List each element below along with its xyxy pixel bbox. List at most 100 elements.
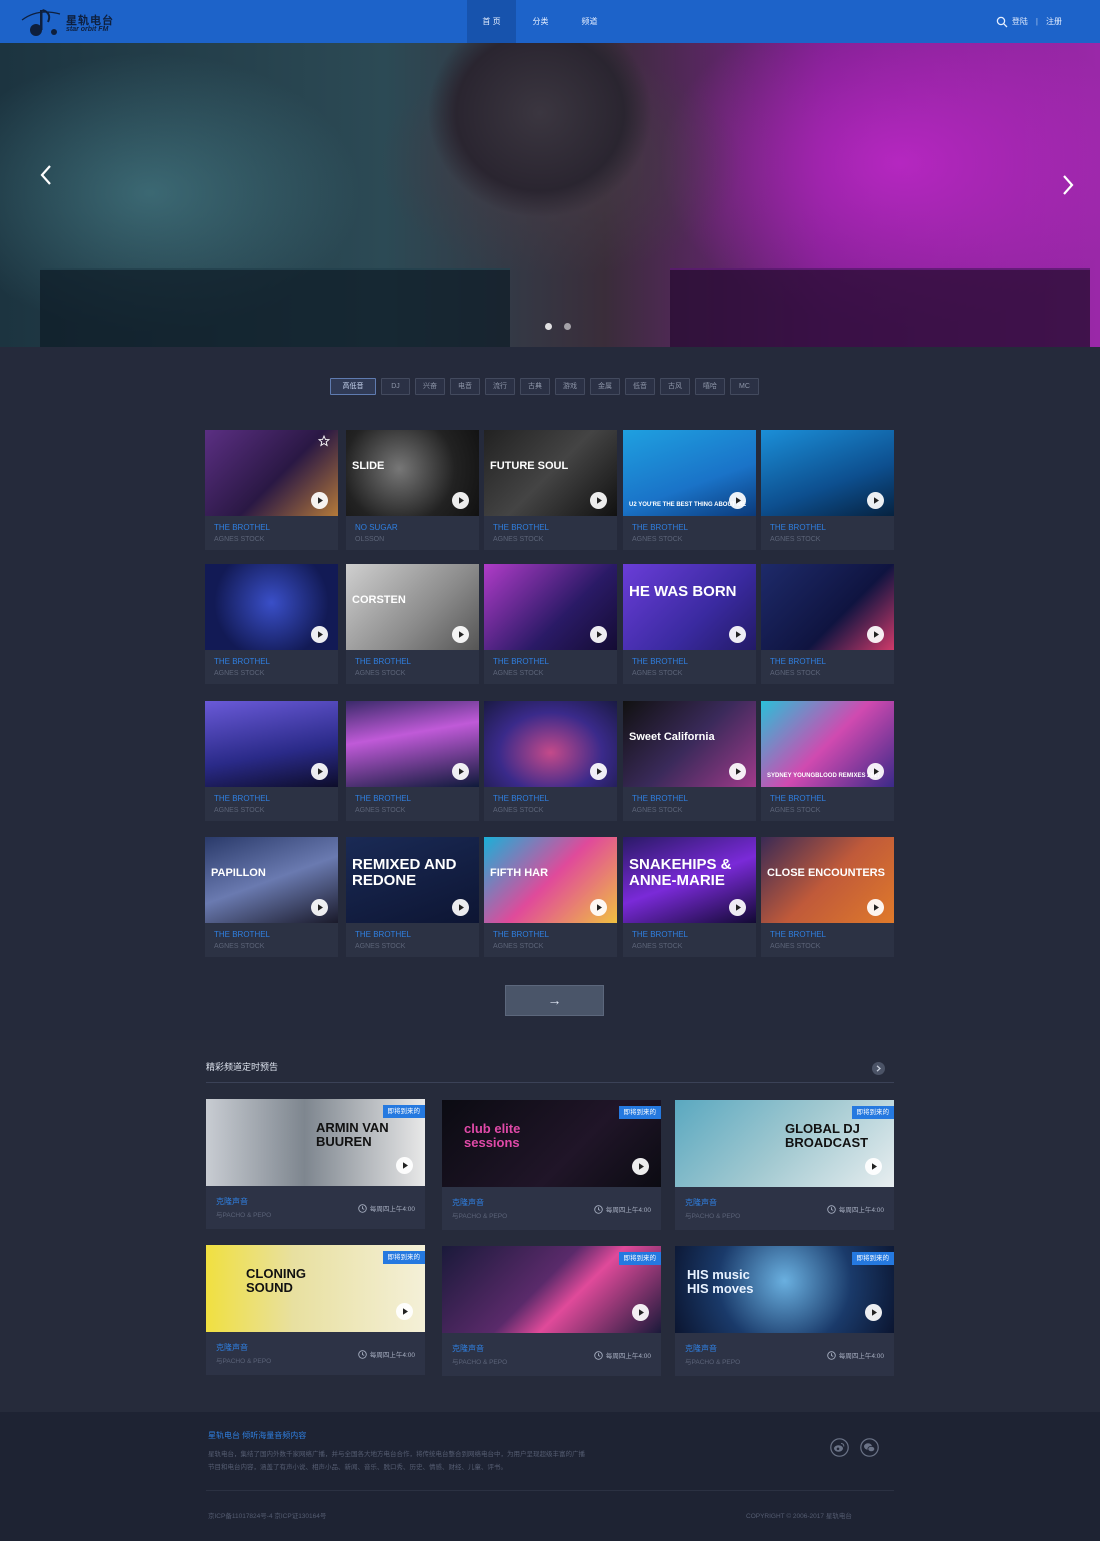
register-link[interactable]: 注册 bbox=[1046, 16, 1062, 27]
album-title[interactable]: THE BROTHEL bbox=[355, 930, 411, 939]
schedule-card[interactable]: HIS music HIS moves 即将到来的 克隆声音 与PACHO & PEP… bbox=[675, 1246, 894, 1376]
album-title[interactable]: THE BROTHEL bbox=[493, 930, 549, 939]
play-icon[interactable] bbox=[590, 763, 607, 780]
album-title[interactable]: THE BROTHEL bbox=[632, 523, 688, 532]
play-icon[interactable] bbox=[452, 763, 469, 780]
album-title[interactable]: THE BROTHEL bbox=[632, 794, 688, 803]
album-card[interactable]: CORSTEN THE BROTHEL AGNES STOCK bbox=[346, 564, 479, 684]
album-title[interactable]: THE BROTHEL bbox=[355, 657, 411, 666]
album-card[interactable]: THE BROTHEL AGNES STOCK bbox=[205, 430, 338, 550]
album-card[interactable]: THE BROTHEL AGNES STOCK bbox=[484, 701, 617, 821]
filter-tag[interactable]: 古典 bbox=[520, 378, 550, 395]
chevron-right-circle-icon[interactable] bbox=[872, 1062, 885, 1075]
album-card[interactable]: FIFTH HAR THE BROTHEL AGNES STOCK bbox=[484, 837, 617, 957]
play-icon[interactable] bbox=[396, 1157, 413, 1174]
play-icon[interactable] bbox=[729, 899, 746, 916]
play-icon[interactable] bbox=[590, 492, 607, 509]
schedule-card[interactable]: CLONING SOUND 即将到来的 克隆声音 与PACHO & PEPO 每周四上午… bbox=[206, 1245, 425, 1375]
play-icon[interactable] bbox=[311, 763, 328, 780]
schedule-card[interactable]: GLOBAL DJ BROADCAST 即将到来的 克隆声音 与PACHO & PEP… bbox=[675, 1100, 894, 1230]
schedule-card[interactable]: ARMIN VAN BUUREN 即将到来的 克隆声音 与PACHO & PEPO 每周… bbox=[206, 1099, 425, 1229]
schedule-card[interactable]: club elite sessions 即将到来的 克隆声音 与PACHO & PEP… bbox=[442, 1100, 661, 1230]
nav-category[interactable]: 分类 bbox=[516, 0, 565, 43]
album-title[interactable]: THE BROTHEL bbox=[632, 930, 688, 939]
search-icon[interactable] bbox=[996, 16, 1008, 28]
filter-tag[interactable]: DJ bbox=[381, 378, 410, 395]
album-card[interactable]: PAPILLON THE BROTHEL AGNES STOCK bbox=[205, 837, 338, 957]
channel-title[interactable]: 克隆声音 bbox=[452, 1343, 484, 1354]
filter-tag[interactable]: 电音 bbox=[450, 378, 480, 395]
album-title[interactable]: THE BROTHEL bbox=[214, 523, 270, 532]
album-card[interactable]: THE BROTHEL AGNES STOCK bbox=[346, 701, 479, 821]
login-link[interactable]: 登陆 bbox=[1012, 16, 1028, 27]
play-icon[interactable] bbox=[452, 626, 469, 643]
album-title[interactable]: THE BROTHEL bbox=[493, 794, 549, 803]
filter-tag[interactable]: 流行 bbox=[485, 378, 515, 395]
album-card[interactable]: SNAKEHIPS & ANNE-MARIE THE BROTHEL AGNES S… bbox=[623, 837, 756, 957]
play-icon[interactable] bbox=[867, 763, 884, 780]
play-icon[interactable] bbox=[632, 1158, 649, 1175]
star-icon[interactable] bbox=[317, 434, 331, 447]
album-title[interactable]: THE BROTHEL bbox=[493, 657, 549, 666]
filter-tag[interactable]: 嘻哈 bbox=[695, 378, 725, 395]
play-icon[interactable] bbox=[632, 1304, 649, 1321]
next-page-button[interactable]: → bbox=[505, 985, 604, 1016]
album-card[interactable]: THE BROTHEL AGNES STOCK bbox=[484, 564, 617, 684]
channel-title[interactable]: 克隆声音 bbox=[452, 1197, 484, 1208]
schedule-card[interactable]: 即将到来的 克隆声音 与PACHO & PEPO 每周四上午4:00 bbox=[442, 1246, 661, 1376]
channel-title[interactable]: 克隆声音 bbox=[216, 1196, 248, 1207]
filter-tag[interactable]: 兴奋 bbox=[415, 378, 445, 395]
play-icon[interactable] bbox=[729, 492, 746, 509]
nav-home[interactable]: 首 页 bbox=[467, 0, 516, 43]
filter-tag[interactable]: 游戏 bbox=[555, 378, 585, 395]
album-card[interactable]: CLOSE ENCOUNTERS THE BROTHEL AGNES STOCK bbox=[761, 837, 894, 957]
filter-tag[interactable]: 金属 bbox=[590, 378, 620, 395]
play-icon[interactable] bbox=[311, 492, 328, 509]
play-icon[interactable] bbox=[590, 626, 607, 643]
hero-banner[interactable] bbox=[0, 43, 1100, 347]
album-title[interactable]: THE BROTHEL bbox=[770, 794, 826, 803]
album-card[interactable]: REMIXED AND REDONE THE BROTHEL AGNES STOCK bbox=[346, 837, 479, 957]
carousel-dot[interactable] bbox=[545, 323, 552, 330]
album-title[interactable]: THE BROTHEL bbox=[355, 794, 411, 803]
album-title[interactable]: THE BROTHEL bbox=[770, 523, 826, 532]
album-card[interactable]: U2 YOU'RE THE BEST THING ABOUT ME THE BRO… bbox=[623, 430, 756, 550]
site-logo[interactable]: 星轨电台 star orbit FM bbox=[18, 4, 128, 40]
chevron-right-icon[interactable] bbox=[1056, 168, 1080, 202]
filter-tag[interactable]: 高低音 bbox=[330, 378, 376, 395]
album-card[interactable]: THE BROTHEL AGNES STOCK bbox=[205, 564, 338, 684]
album-card[interactable]: SLIDE NO SUGAR OLSSON bbox=[346, 430, 479, 550]
album-title[interactable]: THE BROTHEL bbox=[632, 657, 688, 666]
play-icon[interactable] bbox=[867, 492, 884, 509]
carousel-dot[interactable] bbox=[564, 323, 571, 330]
play-icon[interactable] bbox=[729, 763, 746, 780]
play-icon[interactable] bbox=[729, 626, 746, 643]
album-title[interactable]: THE BROTHEL bbox=[214, 657, 270, 666]
album-card[interactable]: THE BROTHEL AGNES STOCK bbox=[761, 564, 894, 684]
album-card[interactable]: HE WAS BORN THE BROTHEL AGNES STOCK bbox=[623, 564, 756, 684]
album-card[interactable]: THE BROTHEL AGNES STOCK bbox=[761, 430, 894, 550]
album-title[interactable]: THE BROTHEL bbox=[214, 930, 270, 939]
play-icon[interactable] bbox=[865, 1304, 882, 1321]
chevron-left-icon[interactable] bbox=[34, 158, 58, 192]
filter-tag[interactable]: 古风 bbox=[660, 378, 690, 395]
play-icon[interactable] bbox=[865, 1158, 882, 1175]
album-card[interactable]: Sweet California THE BROTHEL AGNES STOCK bbox=[623, 701, 756, 821]
wechat-icon[interactable] bbox=[860, 1438, 879, 1457]
channel-title[interactable]: 克隆声音 bbox=[685, 1197, 717, 1208]
channel-title[interactable]: 克隆声音 bbox=[216, 1342, 248, 1353]
album-title[interactable]: THE BROTHEL bbox=[770, 930, 826, 939]
play-icon[interactable] bbox=[311, 626, 328, 643]
play-icon[interactable] bbox=[590, 899, 607, 916]
album-title[interactable]: THE BROTHEL bbox=[214, 794, 270, 803]
channel-title[interactable]: 克隆声音 bbox=[685, 1343, 717, 1354]
play-icon[interactable] bbox=[396, 1303, 413, 1320]
album-card[interactable]: SYDNEY YOUNGBLOOD REMIXES 2017 THE BROTHE… bbox=[761, 701, 894, 821]
album-card[interactable]: FUTURE SOUL THE BROTHEL AGNES STOCK bbox=[484, 430, 617, 550]
play-icon[interactable] bbox=[311, 899, 328, 916]
play-icon[interactable] bbox=[452, 492, 469, 509]
play-icon[interactable] bbox=[867, 626, 884, 643]
play-icon[interactable] bbox=[867, 899, 884, 916]
filter-tag[interactable]: 低音 bbox=[625, 378, 655, 395]
album-card[interactable]: THE BROTHEL AGNES STOCK bbox=[205, 701, 338, 821]
